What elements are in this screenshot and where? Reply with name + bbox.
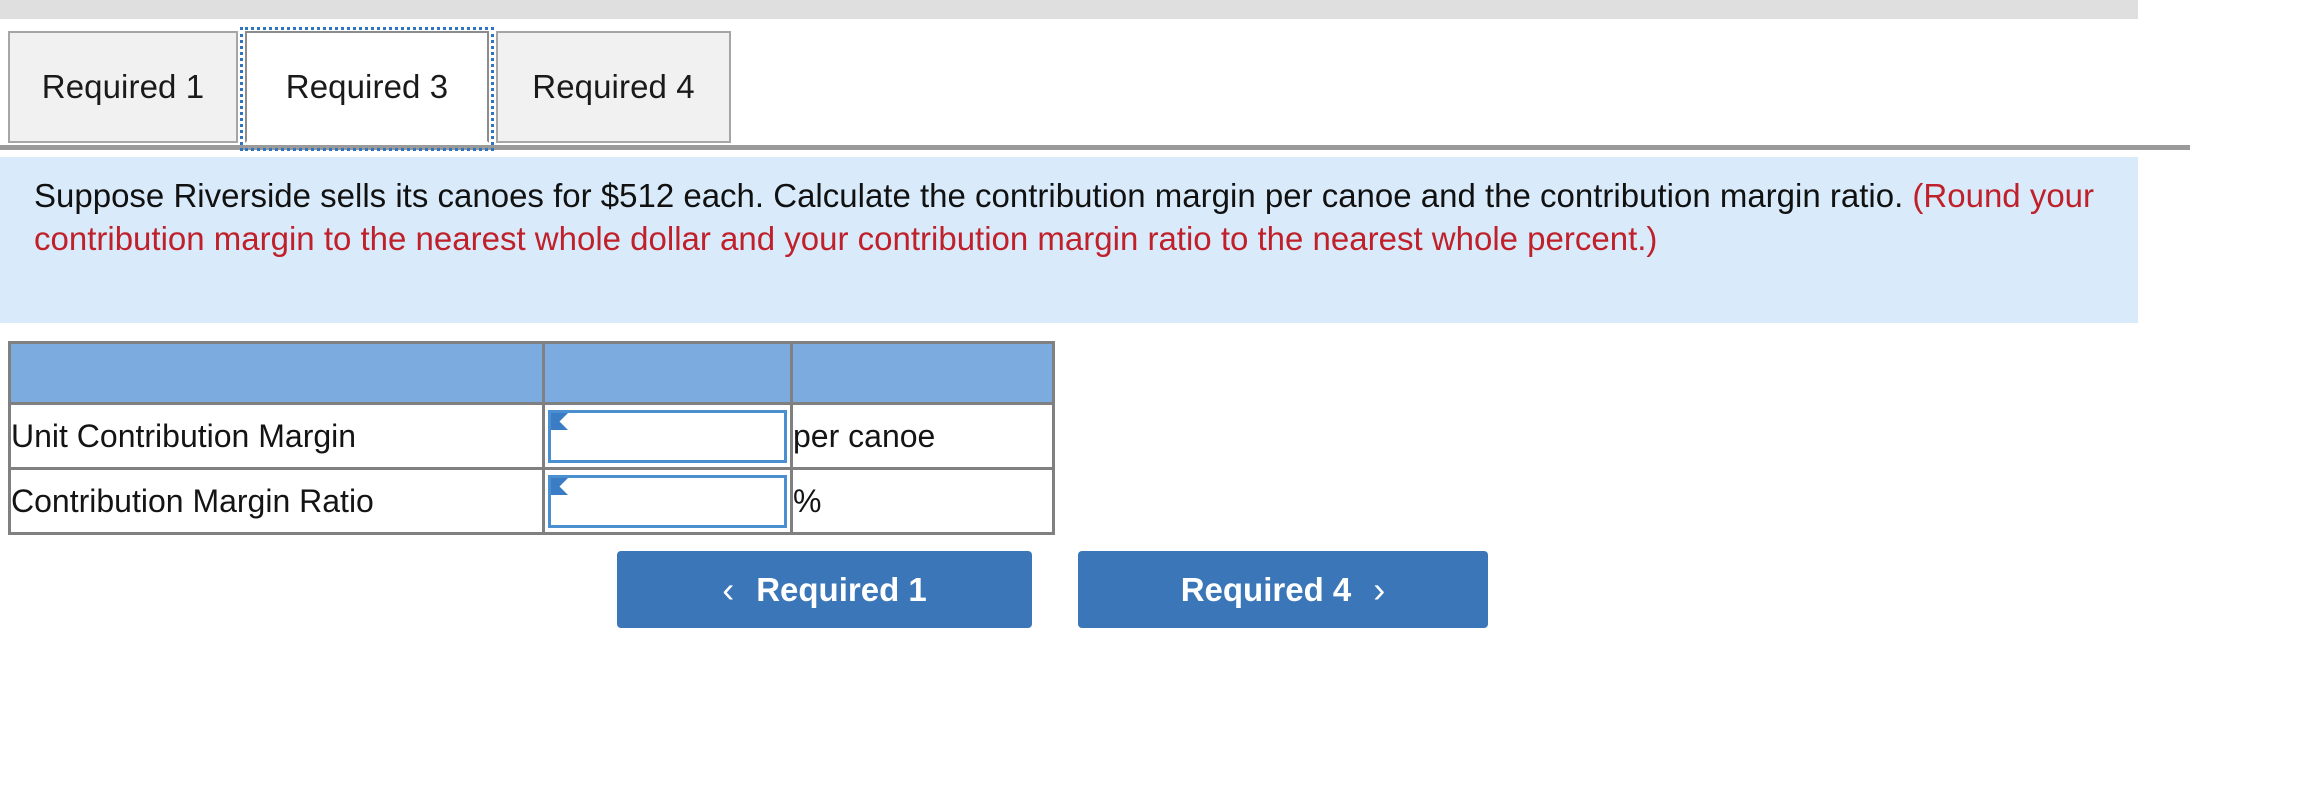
tab-required-3[interactable]: Required 3 xyxy=(245,31,489,143)
instructions-panel: Suppose Riverside sells its canoes for $… xyxy=(0,157,2138,323)
header-cell-entry xyxy=(542,341,793,405)
entry-cell-unit-contribution-margin xyxy=(542,402,793,470)
row-label-unit-contribution-margin: Unit Contribution Margin xyxy=(8,402,545,470)
tab-label: Required 1 xyxy=(41,68,205,105)
tab-label: Required 3 xyxy=(285,68,449,105)
row-unit-per-canoe: per canoe xyxy=(790,402,1055,470)
contribution-margin-ratio-input[interactable] xyxy=(548,474,787,528)
instructions-main-text: Suppose Riverside sells its canoes for $… xyxy=(34,177,1904,214)
table-header-row xyxy=(8,341,1055,405)
previous-required-1-button[interactable]: ‹ Required 1 xyxy=(617,551,1032,628)
next-required-4-button[interactable]: Required 4 › xyxy=(1078,551,1488,628)
header-cell-unit xyxy=(790,341,1055,405)
header-cell-label xyxy=(8,341,545,405)
tab-required-4[interactable]: Required 4 xyxy=(496,31,731,143)
tab-bar: Required 1 Required 3 Required 4 xyxy=(0,27,2297,151)
unit-contribution-margin-input[interactable] xyxy=(548,409,787,463)
previous-button-label: Required 1 xyxy=(756,570,927,608)
chevron-left-icon: ‹ xyxy=(722,568,735,610)
entry-cell-contribution-margin-ratio xyxy=(542,467,793,535)
tab-underline-divider xyxy=(0,145,2190,150)
tab-required-1[interactable]: Required 1 xyxy=(8,31,238,143)
top-gray-strip xyxy=(0,0,2138,19)
next-button-label: Required 4 xyxy=(1180,570,1352,608)
row-label-contribution-margin-ratio: Contribution Margin Ratio xyxy=(8,467,545,535)
table-row: Contribution Margin Ratio % xyxy=(8,467,1055,535)
tab-label: Required 4 xyxy=(532,68,695,105)
row-unit-percent: % xyxy=(790,467,1055,535)
table-row: Unit Contribution Margin per canoe xyxy=(8,402,1055,470)
answer-table: Unit Contribution Margin per canoe Contr… xyxy=(8,341,1055,535)
chevron-right-icon: › xyxy=(1373,568,1386,610)
